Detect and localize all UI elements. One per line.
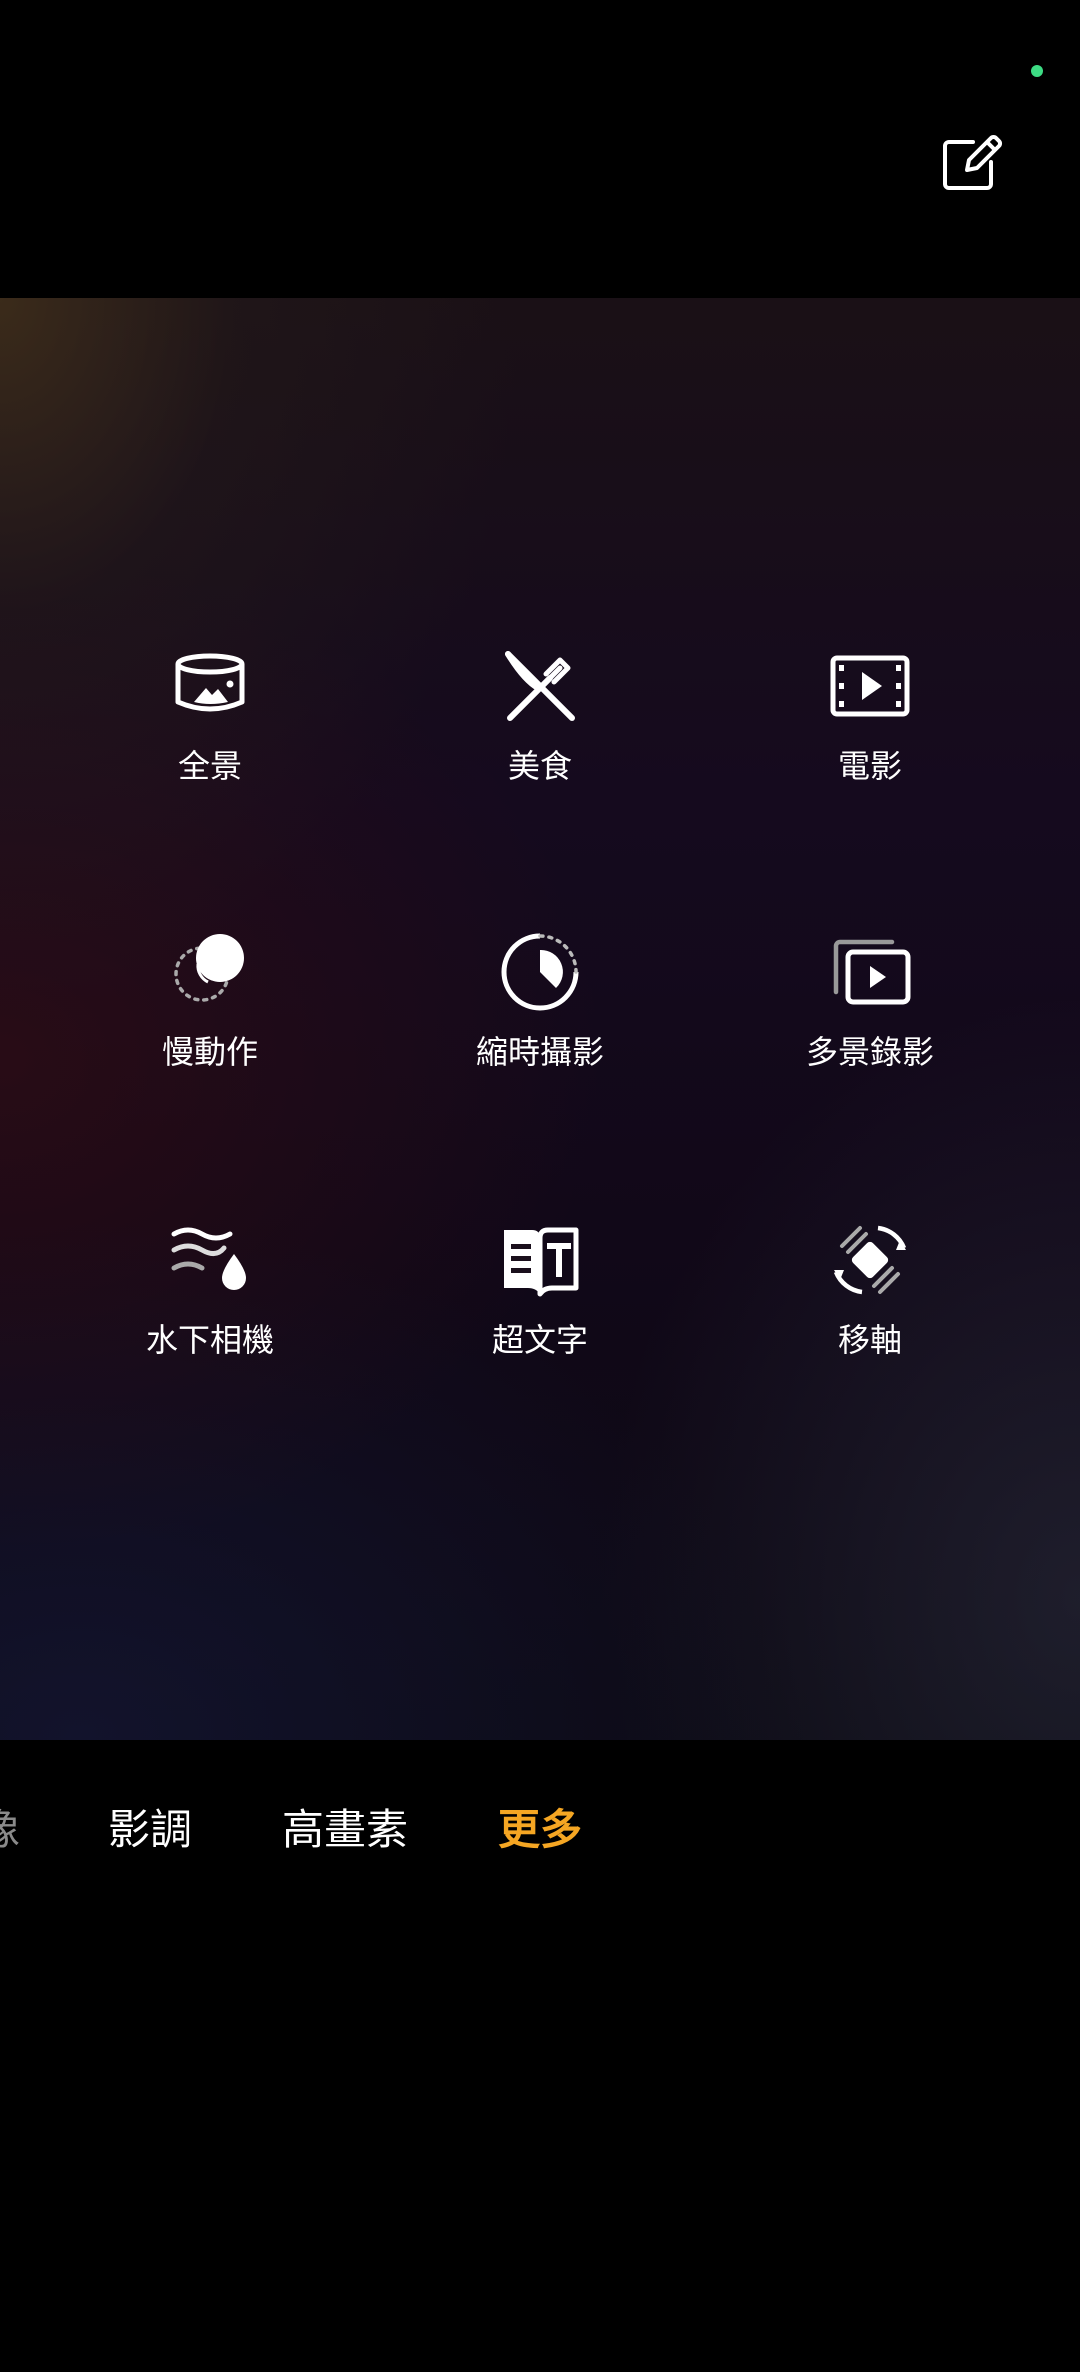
mode-movie[interactable]: 電影 [720,644,1020,844]
camera-mode-carousel[interactable]: 像 影調 高畫素 更多 [0,1790,1080,1870]
mode-label: 水下相機 [145,1321,274,1359]
movie-icon [828,644,912,728]
mode-food[interactable]: 美食 [390,644,690,844]
mode-tab-tone[interactable]: 影調 [108,1790,192,1870]
mode-slow-motion[interactable]: 慢動作 [60,930,360,1130]
mode-panorama[interactable]: 全景 [60,644,360,844]
mode-tilt-shift[interactable]: 移軸 [720,1218,1020,1418]
mode-grid: 全景 美食 電影 慢動作 縮時攝影 多景錄影 水下相機 超文字 移軸 [0,298,1080,1740]
food-icon [498,644,582,728]
privacy-indicator-dot [1031,65,1043,77]
more-modes-panel: 全景 美食 電影 慢動作 縮時攝影 多景錄影 水下相機 超文字 移軸 [0,298,1080,1740]
mode-super-text[interactable]: 超文字 [390,1218,690,1418]
mode-tab-portrait-partial[interactable]: 像 [0,1790,20,1870]
mode-tab-high-resolution[interactable]: 高畫素 [282,1790,408,1870]
mode-label: 移軸 [837,1321,902,1359]
multi-view-video-icon [828,930,912,1014]
tilt-shift-icon [828,1218,912,1302]
mode-label: 慢動作 [161,1033,258,1071]
edit-icon [943,134,1003,190]
mode-label: 電影 [837,747,902,785]
mode-label: 美食 [507,747,572,785]
super-text-icon [498,1218,582,1302]
underwater-icon [168,1218,252,1302]
mode-label: 全景 [177,747,242,785]
mode-label: 超文字 [491,1321,588,1359]
timelapse-icon [498,930,582,1014]
panorama-icon [168,644,252,728]
mode-label: 多景錄影 [805,1033,934,1071]
edit-modes-button[interactable] [935,128,1007,200]
mode-multi-view-video[interactable]: 多景錄影 [720,930,1020,1130]
mode-tab-more[interactable]: 更多 [498,1790,582,1870]
mode-underwater[interactable]: 水下相機 [60,1218,360,1418]
mode-label: 縮時攝影 [475,1033,604,1071]
slow-motion-icon [168,930,252,1014]
top-bar [0,0,1080,298]
mode-timelapse[interactable]: 縮時攝影 [390,930,690,1130]
